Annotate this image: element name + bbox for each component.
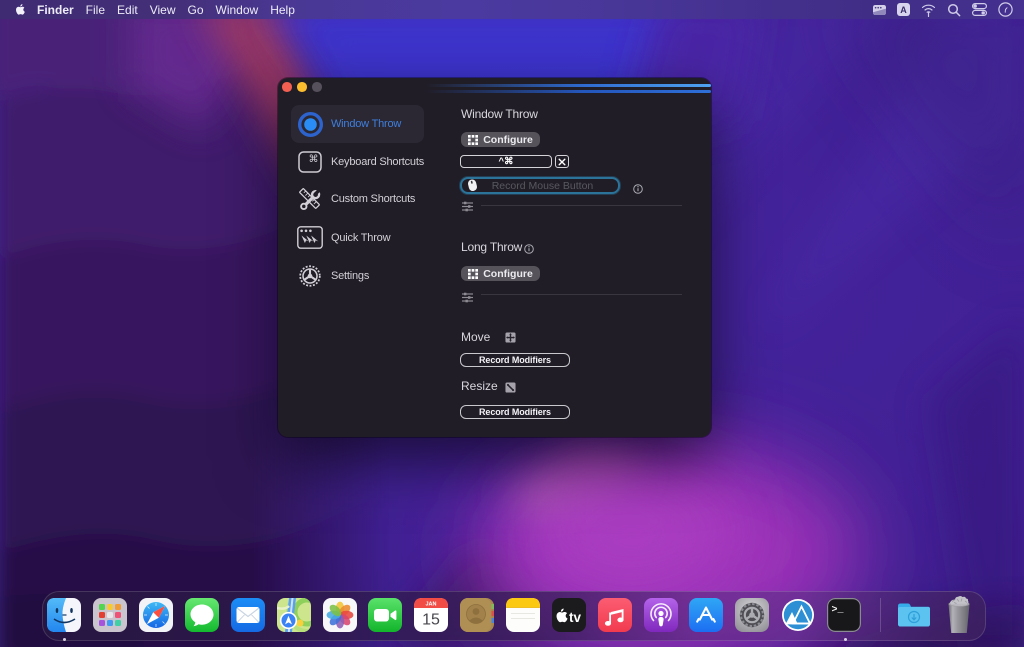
svg-text:15: 15 [422,612,440,629]
svg-text:⌘: ⌘ [309,154,319,165]
svg-text:A: A [900,5,907,15]
svg-text:JAN: JAN [426,602,437,608]
svg-text:>_: >_ [831,605,844,616]
svg-text:tv: tv [569,610,581,625]
